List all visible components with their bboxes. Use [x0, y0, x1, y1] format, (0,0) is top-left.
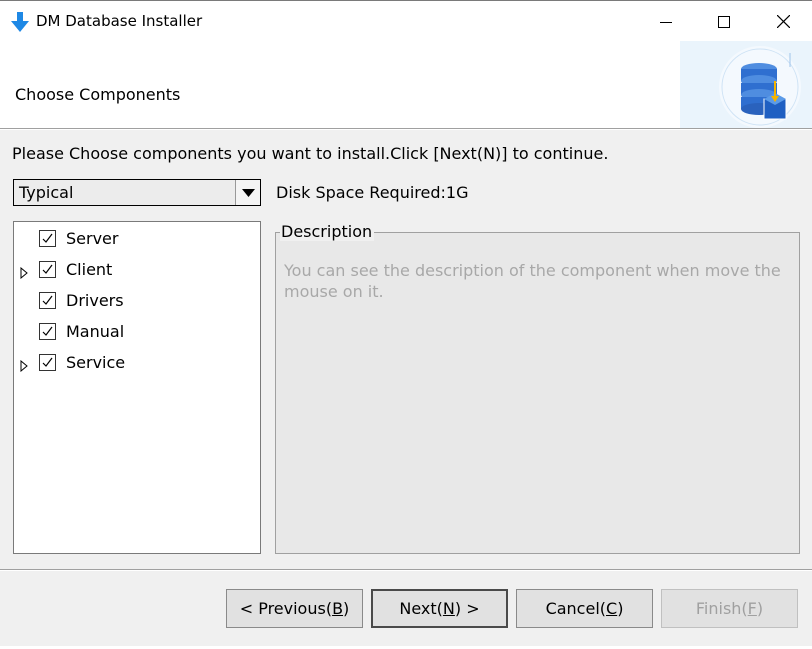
finish-button[interactable]: Finish(F) — [661, 589, 798, 628]
cancel-label: Cancel( — [545, 599, 607, 618]
cancel-mnemonic: C — [606, 599, 618, 618]
title-bar: DM Database Installer — [0, 0, 812, 41]
previous-label: < Previous( — [239, 599, 333, 618]
download-arrow-icon — [11, 12, 29, 32]
close-button[interactable] — [754, 1, 812, 42]
tree-item-label: Manual — [66, 322, 125, 341]
next-label-end: ) > — [454, 599, 480, 618]
component-tree: Server Client Drivers Manual Service — [13, 221, 261, 554]
minimize-button[interactable] — [637, 1, 695, 42]
disk-space-required: Disk Space Required:1G — [276, 183, 469, 202]
description-frame: You can see the description of the compo… — [275, 232, 800, 554]
tree-item-label: Client — [66, 260, 113, 279]
checkmark-icon — [42, 233, 53, 243]
checkmark-icon — [42, 295, 53, 305]
page-title: Choose Components — [15, 85, 181, 104]
tree-item-client[interactable]: Client — [14, 258, 260, 282]
tree-item-server[interactable]: Server — [14, 227, 260, 251]
finish-label-end: ) — [756, 599, 764, 618]
expand-arrow-icon[interactable] — [20, 357, 28, 373]
window-title: DM Database Installer — [36, 12, 203, 30]
server-checkbox[interactable] — [39, 230, 56, 247]
description-panel: You can see the description of the compo… — [275, 221, 800, 554]
install-type-value: Typical — [19, 183, 74, 202]
close-icon — [776, 15, 790, 28]
wizard-header: Choose Components — [0, 41, 812, 128]
expand-arrow-icon[interactable] — [20, 264, 28, 280]
checkmark-icon — [42, 264, 53, 274]
tree-item-service[interactable]: Service — [14, 351, 260, 375]
description-text: You can see the description of the compo… — [284, 261, 781, 301]
tree-item-label: Server — [66, 229, 119, 248]
cancel-button[interactable]: Cancel(C) — [516, 589, 653, 628]
client-checkbox[interactable] — [39, 261, 56, 278]
footer-separator — [0, 569, 812, 571]
tree-item-manual[interactable]: Manual — [14, 320, 260, 344]
maximize-button[interactable] — [695, 1, 753, 42]
cancel-label-end: ) — [617, 599, 624, 618]
checkmark-icon — [42, 326, 53, 336]
finish-label: Finish( — [695, 599, 748, 618]
next-label: Next( — [399, 599, 443, 618]
header-separator — [0, 128, 812, 130]
next-button[interactable]: Next(N) > — [371, 589, 508, 628]
drivers-checkbox[interactable] — [39, 292, 56, 309]
maximize-icon — [718, 15, 730, 28]
previous-button[interactable]: < Previous(B) — [226, 589, 363, 628]
tree-item-label: Service — [66, 353, 126, 372]
previous-label-end: ) — [343, 599, 350, 618]
finish-mnemonic: F — [747, 599, 757, 618]
manual-checkbox[interactable] — [39, 323, 56, 340]
tree-item-drivers[interactable]: Drivers — [14, 289, 260, 313]
previous-mnemonic: B — [332, 599, 344, 618]
install-type-select[interactable]: Typical — [13, 179, 261, 206]
dropdown-arrow-icon[interactable] — [235, 180, 260, 205]
description-legend: Description — [280, 222, 375, 241]
tree-item-label: Drivers — [66, 291, 124, 310]
database-install-icon — [680, 41, 812, 128]
next-mnemonic: N — [442, 599, 455, 618]
checkmark-icon — [42, 357, 53, 367]
minimize-icon — [660, 21, 672, 23]
service-checkbox[interactable] — [39, 354, 56, 371]
instruction-text: Please Choose components you want to ins… — [12, 144, 609, 163]
